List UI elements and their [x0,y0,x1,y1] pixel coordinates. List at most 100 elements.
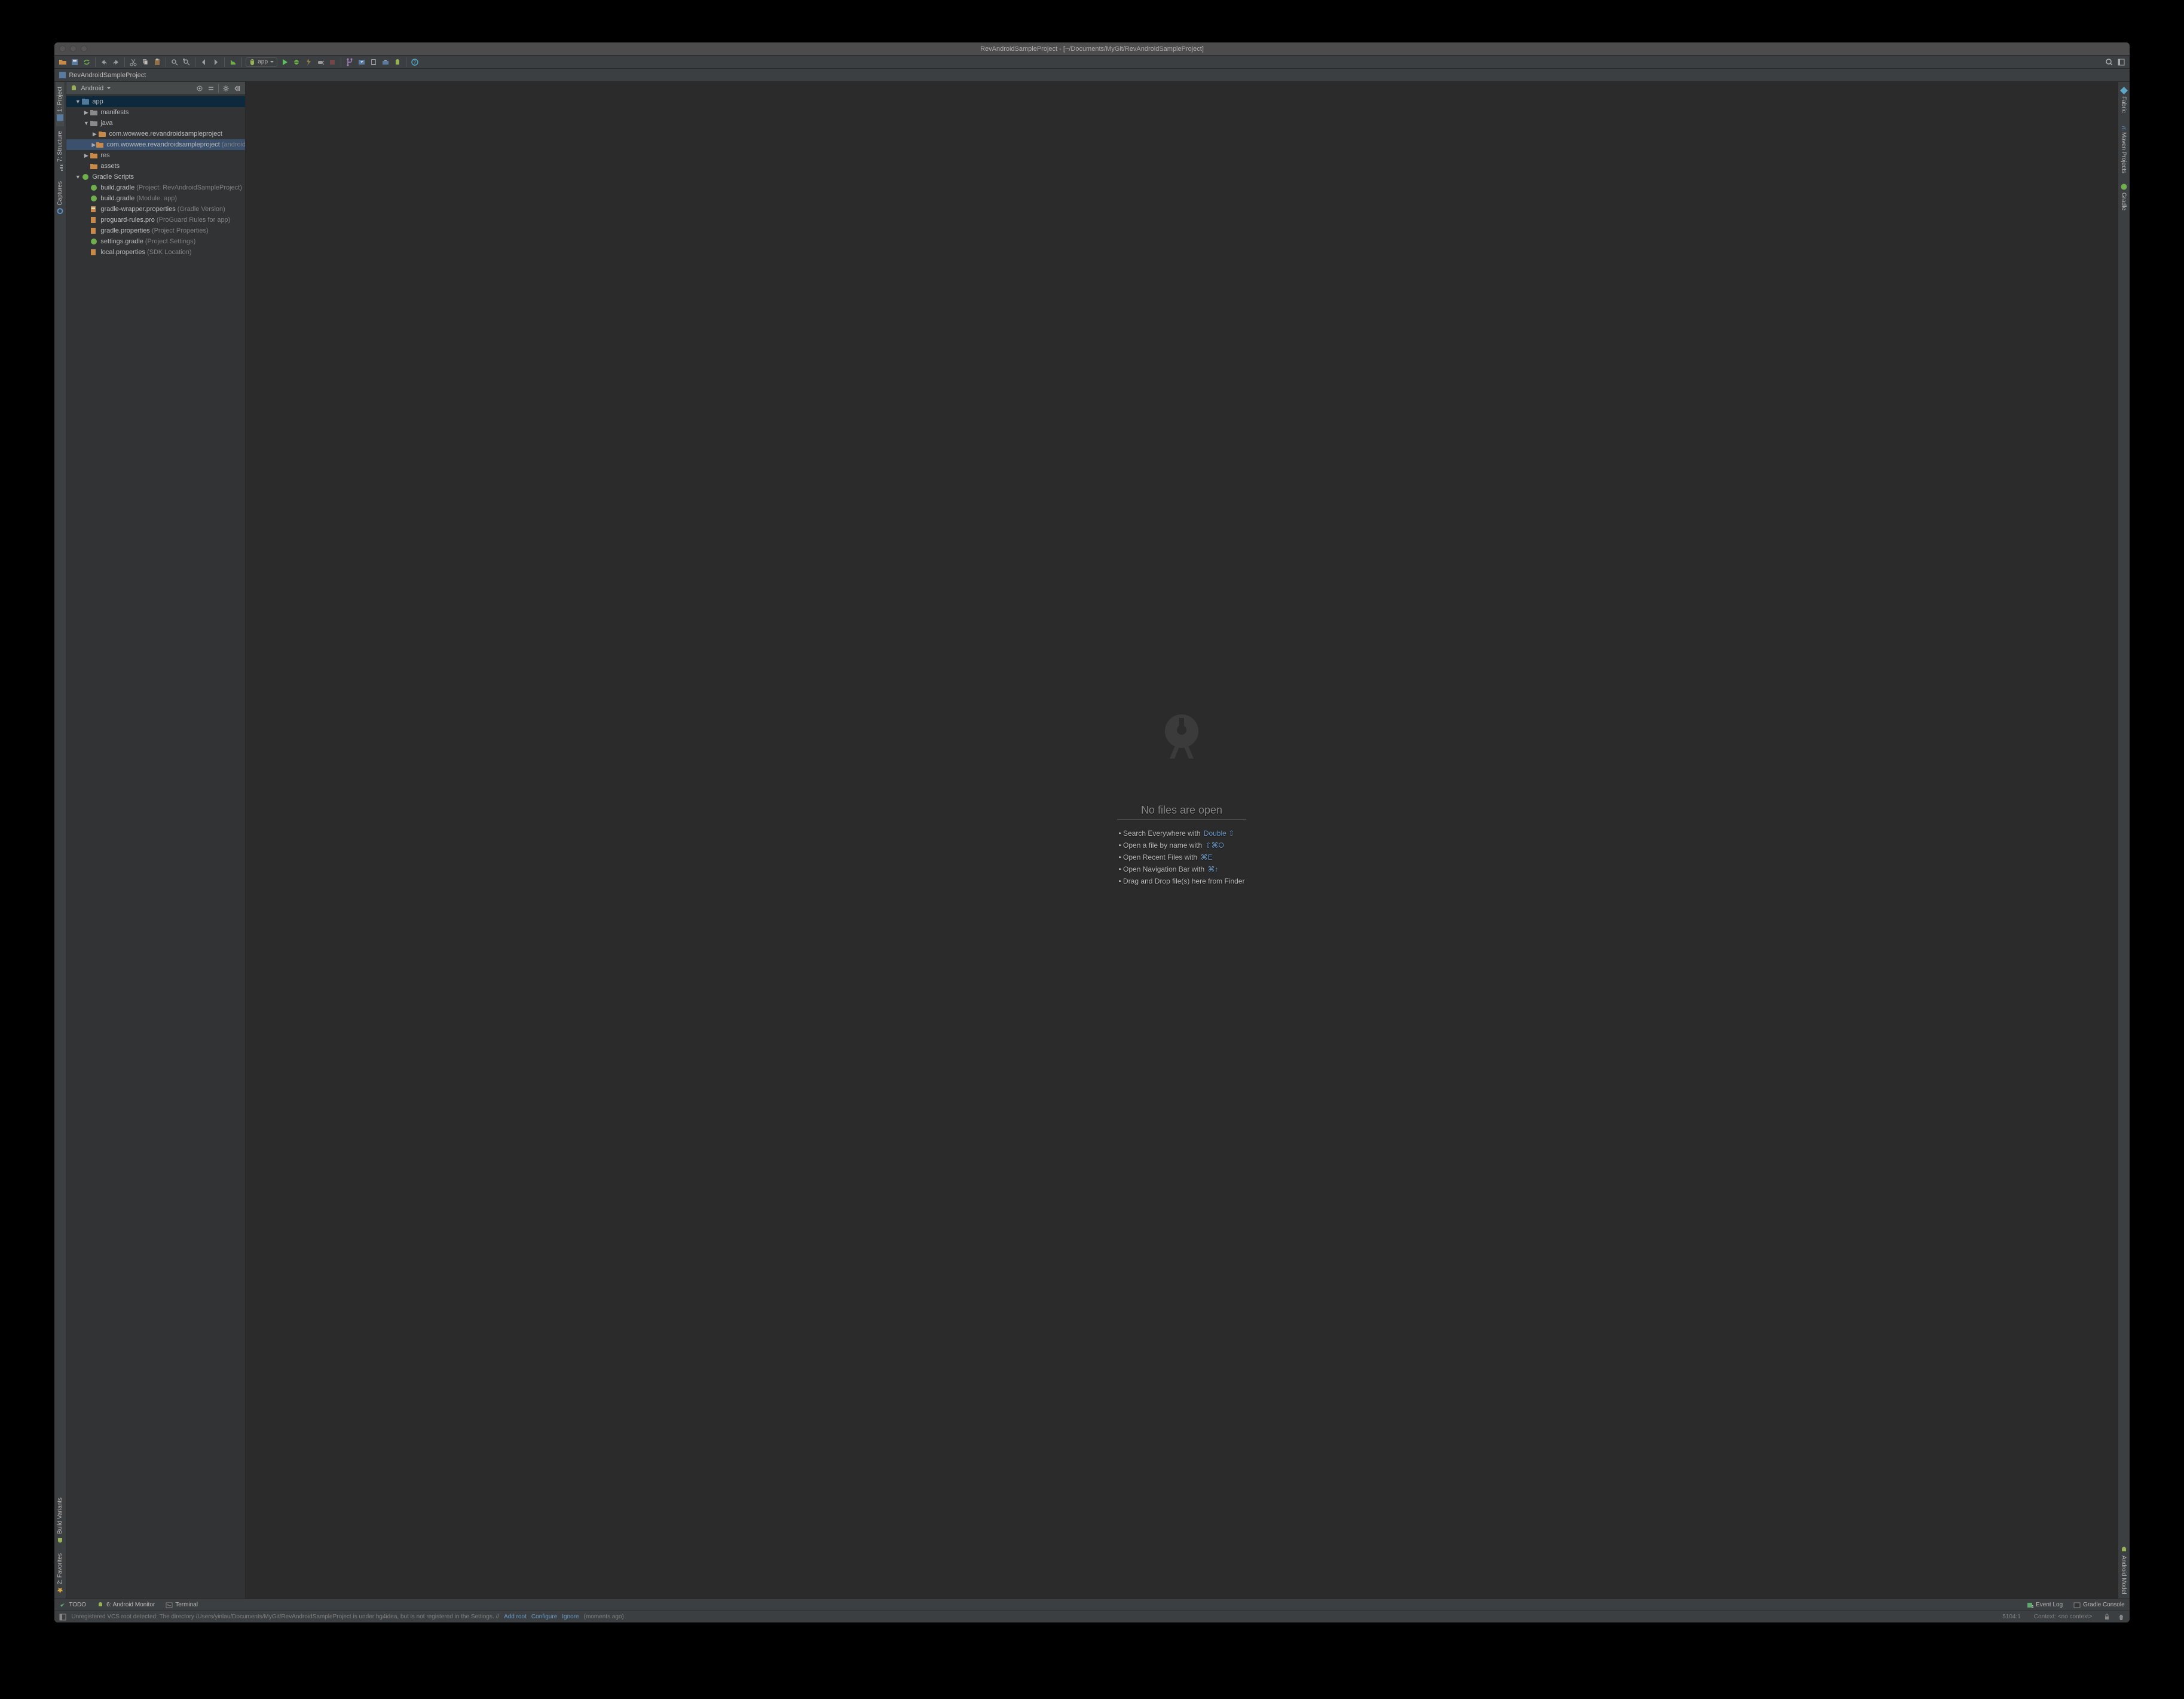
close-dot[interactable] [59,45,66,52]
stop-icon[interactable] [328,57,337,67]
help-icon[interactable]: ? [410,57,420,67]
tree-node-proguard[interactable]: proguard-rules.pro(ProGuard Rules for ap… [66,215,245,225]
status-add-root[interactable]: Add root [504,1614,527,1620]
android-icon [70,84,78,92]
tree-node-local-properties[interactable]: local.properties(SDK Location) [66,247,245,258]
tree-suffix: (androidTest) [222,141,246,148]
tip-text: Open Recent Files with [1123,853,1197,861]
sync-gradle-icon[interactable] [357,57,366,67]
undo-icon[interactable] [99,57,109,67]
editor-area[interactable]: No files are open • Search Everywhere wi… [246,82,2117,1599]
tip-text: Drag and Drop file(s) here from Finder [1123,877,1244,885]
tree-node-gradle-scripts[interactable]: ▼Gradle Scripts [66,172,245,182]
tree-node-gradle-properties[interactable]: gradle.properties(Project Properties) [66,225,245,236]
copy-icon[interactable] [140,57,150,67]
status-linecol[interactable]: 5104:1 [2002,1614,2021,1620]
maven-icon: m [2120,123,2128,130]
tree-node-wrapper[interactable]: gradle-wrapper.properties(Gradle Version… [66,204,245,215]
lock-icon[interactable] [2103,1614,2110,1621]
tree-label: com.wowwee.revandroidsampleproject [109,130,222,137]
tree-suffix: (Module: app) [136,195,177,202]
trash-icon[interactable] [2118,1614,2125,1621]
gear-icon[interactable] [222,84,230,93]
tree-label: local.properties [100,249,145,256]
build-variants-icon [56,1536,64,1544]
tab-terminal[interactable]: Terminal [166,1602,198,1609]
apply-changes-icon[interactable] [304,57,313,67]
redo-icon[interactable] [111,57,121,67]
toolwindows-icon[interactable] [2116,57,2126,67]
tab-android-monitor[interactable]: 6: Android Monitor [97,1602,155,1609]
tree-node-build-gradle-app[interactable]: build.gradle(Module: app) [66,193,245,204]
run-icon[interactable] [280,57,289,67]
avd-manager-icon[interactable] [369,57,378,67]
status-bar: Unregistered VCS root detected: The dire… [54,1611,2129,1622]
tree-label: build.gradle [100,184,134,191]
tip-text: Open a file by name with [1123,841,1202,850]
search-everywhere-icon[interactable] [2105,57,2114,67]
attach-debugger-icon[interactable] [316,57,325,67]
minimize-dot[interactable] [70,45,77,52]
collapse-all-icon[interactable] [207,84,215,93]
tab-maven[interactable]: m Maven Projects [2120,118,2128,178]
tree-node-package-test[interactable]: ▶com.wowwee.revandroidsampleproject(andr… [66,139,245,150]
tab-build-variants-label: Build Variants [57,1498,63,1534]
find-icon[interactable] [170,57,179,67]
zoom-dot[interactable] [81,45,87,52]
tree-suffix: (Gradle Version) [178,206,225,213]
status-ignore[interactable]: Ignore [562,1614,579,1620]
debug-icon[interactable] [292,57,301,67]
tree-suffix: (Project Properties) [152,227,209,234]
main-toolbar: app ? [54,56,2129,69]
tree-suffix: (SDK Location) [147,249,192,256]
tab-build-variants[interactable]: Build Variants [56,1493,64,1548]
titlebar: RevAndroidSampleProject - [~/Documents/M… [54,42,2129,56]
tip: • Open Navigation Bar with ⌘↑ [1119,865,1245,873]
tab-captures[interactable]: Captures [56,176,64,220]
open-icon[interactable] [58,57,68,67]
tree-label: gradle-wrapper.properties [100,206,175,213]
replace-icon[interactable] [182,57,191,67]
tip: • Drag and Drop file(s) here from Finder [1119,877,1245,885]
tip: • Search Everywhere with Double ⇧ [1119,829,1245,838]
tab-todo[interactable]: TODO [59,1602,86,1609]
tree-node-build-gradle-project[interactable]: build.gradle(Project: RevAndroidSamplePr… [66,182,245,193]
scroll-to-source-icon[interactable] [195,84,204,93]
tab-android-model[interactable]: Android Model [2120,1541,2128,1599]
tree-node-java[interactable]: ▼java [66,118,245,129]
tip-kbd: ⇧⌘O [1205,841,1223,850]
forward-icon[interactable] [211,57,221,67]
tree-node-app[interactable]: ▼app [66,96,245,107]
tree-node-assets[interactable]: assets [66,161,245,172]
vcs-icon[interactable] [345,57,354,67]
sdk-manager-icon[interactable] [381,57,390,67]
tree-node-res[interactable]: ▶res [66,150,245,161]
paste-icon[interactable] [152,57,162,67]
tab-gradle[interactable]: Gradle [2120,178,2128,215]
status-message: Unregistered VCS root detected: The dire… [71,1614,499,1620]
breadcrumb-root[interactable]: RevAndroidSampleProject [69,72,146,79]
android-icon[interactable] [393,57,402,67]
tab-gradle-console[interactable]: Gradle Console [2073,1602,2124,1609]
tab-event-log[interactable]: 1Event Log [2026,1602,2063,1609]
tree-node-settings-gradle[interactable]: settings.gradle(Project Settings) [66,236,245,247]
project-view-label[interactable]: Android [81,85,103,92]
tab-project[interactable]: 1: Project [56,82,64,126]
sync-icon[interactable] [82,57,91,67]
status-configure[interactable]: Configure [531,1614,557,1620]
run-config-selector[interactable]: app [246,57,277,67]
save-all-icon[interactable] [70,57,79,67]
tab-favorites[interactable]: 2: Favorites [56,1548,64,1599]
cut-icon[interactable] [129,57,138,67]
hide-icon[interactable] [233,84,241,93]
tree-suffix: (ProGuard Rules for app) [157,216,231,224]
back-icon[interactable] [199,57,209,67]
tab-fabric[interactable]: Fabric [2120,82,2128,118]
tree-node-manifests[interactable]: ▶manifests [66,107,245,118]
status-icon[interactable] [59,1614,66,1621]
make-icon[interactable] [228,57,238,67]
tab-structure[interactable]: 7: Structure [56,126,64,176]
chevron-down-icon[interactable] [106,86,111,91]
tree-node-package-main[interactable]: ▶com.wowwee.revandroidsampleproject [66,129,245,139]
status-context[interactable]: Context: <no context> [2034,1614,2093,1620]
